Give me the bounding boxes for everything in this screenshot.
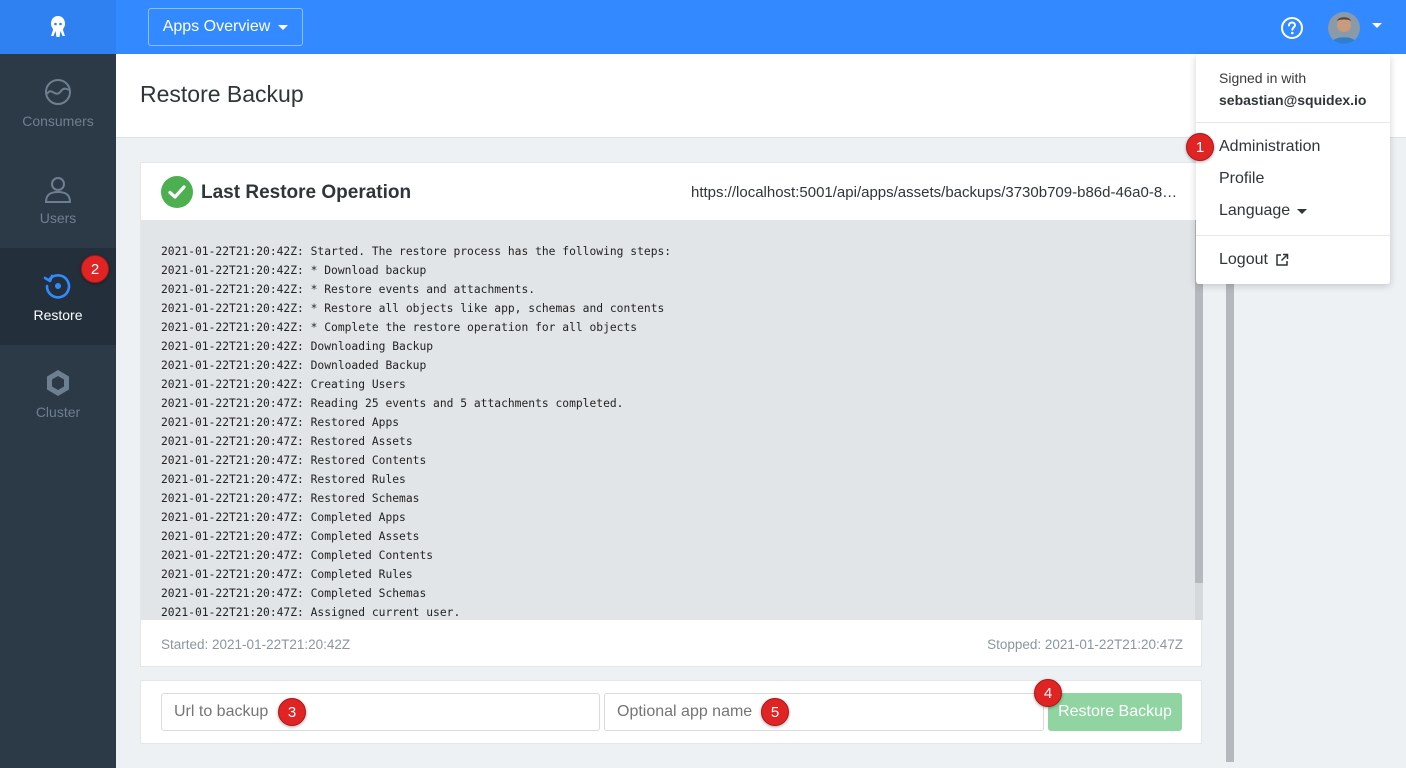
consumers-icon — [45, 78, 71, 105]
user-icon — [44, 176, 72, 203]
top-bar: Apps Overview — [0, 0, 1406, 54]
signed-in-label: Signed in with — [1219, 70, 1307, 86]
sidebar-item-label: Restore — [33, 306, 83, 323]
squid-logo-icon — [51, 16, 65, 37]
annotation-badge-5: 5 — [761, 698, 789, 726]
menu-item-label: Language — [1219, 202, 1291, 219]
backup-url-input[interactable] — [161, 693, 600, 731]
log-line: 2021-01-22T21:20:42Z: * Complete the res… — [161, 321, 638, 334]
annotation-badge-4: 4 — [1034, 679, 1062, 707]
app-name-input[interactable] — [604, 693, 1044, 731]
menu-item-logout[interactable]: Logout — [1219, 251, 1289, 269]
restore-backup-button[interactable]: Restore Backup — [1048, 693, 1182, 731]
menu-divider — [1196, 122, 1390, 123]
log-lines: 2021-01-22T21:20:42Z: Started. The resto… — [161, 242, 1183, 620]
log-line: 2021-01-22T21:20:47Z: Completed Schemas — [161, 587, 427, 600]
external-link-icon — [1276, 253, 1289, 266]
menu-item-profile[interactable]: Profile — [1219, 170, 1264, 188]
log-line: 2021-01-22T21:20:47Z: Completed Contents — [161, 549, 434, 562]
user-menu: Signed in with sebastian@squidex.io Admi… — [1196, 54, 1390, 284]
squidex-logo[interactable] — [0, 0, 116, 54]
backup-url: https://localhost:5001/api/apps/assets/b… — [691, 184, 1181, 201]
log-line: 2021-01-22T21:20:42Z: Started. The resto… — [161, 245, 672, 258]
annotation-badge-2: 2 — [81, 255, 109, 283]
apps-overview-label: Apps Overview — [162, 18, 271, 35]
menu-item-administration[interactable]: Administration — [1219, 138, 1320, 156]
log-line: 2021-01-22T21:20:47Z: Assigned current u… — [161, 606, 461, 619]
log-line: 2021-01-22T21:20:47Z: Completed Assets — [161, 530, 420, 543]
log-line: 2021-01-22T21:20:47Z: Restored Assets — [161, 435, 413, 448]
sidebar-item-label: Cluster — [35, 403, 81, 420]
log-line: 2021-01-22T21:20:47Z: Restored Apps — [161, 416, 400, 429]
log-line: 2021-01-22T21:20:42Z: * Restore events a… — [161, 283, 536, 296]
success-check-icon — [161, 176, 193, 208]
last-restore-card: Last Restore Operation https://localhost… — [140, 162, 1203, 668]
sidebar: Consumers Users Restore Cluster — [0, 54, 116, 768]
sidebar-item-consumers[interactable]: Consumers — [0, 54, 116, 151]
log-line: 2021-01-22T21:20:42Z: * Download backup — [161, 264, 427, 277]
apps-overview-dropdown[interactable]: Apps Overview — [148, 8, 303, 46]
chevron-down-icon — [1297, 208, 1308, 214]
avatar-chevron-down-icon[interactable] — [1372, 23, 1382, 28]
annotation-badge-1: 1 — [1186, 133, 1214, 161]
log-line: 2021-01-22T21:20:47Z: Completed Rules — [161, 568, 413, 581]
user-email: sebastian@squidex.io — [1219, 92, 1367, 108]
stopped-timestamp: Stopped: 2021-01-22T21:20:47Z — [987, 637, 1183, 652]
avatar[interactable] — [1328, 12, 1360, 44]
help-icon[interactable] — [1280, 16, 1304, 40]
log-line: 2021-01-22T21:20:47Z: Restored Contents — [161, 454, 427, 467]
menu-divider — [1196, 235, 1390, 236]
page-title: Restore Backup — [140, 81, 304, 107]
log-line: 2021-01-22T21:20:47Z: Completed Apps — [161, 511, 406, 524]
card-footer: Started: 2021-01-22T21:20:42Z Stopped: 2… — [141, 620, 1203, 668]
sidebar-item-users[interactable]: Users — [0, 151, 116, 248]
chevron-down-icon — [278, 24, 289, 30]
log-line: 2021-01-22T21:20:42Z: Downloading Backup — [161, 340, 434, 353]
log-line: 2021-01-22T21:20:42Z: * Restore all obje… — [161, 302, 665, 315]
annotation-badge-3: 3 — [278, 698, 306, 726]
log-line: 2021-01-22T21:20:42Z: Creating Users — [161, 378, 406, 391]
log-line: 2021-01-22T21:20:47Z: Reading 25 events … — [161, 397, 624, 410]
menu-item-label: Administration — [1219, 138, 1321, 155]
card-title: Last Restore Operation — [201, 182, 412, 203]
hexagon-icon — [47, 369, 69, 396]
started-timestamp: Started: 2021-01-22T21:20:42Z — [161, 637, 351, 652]
menu-item-language[interactable]: Language — [1219, 202, 1308, 220]
card-header: Last Restore Operation https://localhost… — [141, 163, 1203, 220]
avatar-image — [1328, 12, 1360, 44]
log-line: 2021-01-22T21:20:47Z: Restored Schemas — [161, 492, 420, 505]
log-line: 2021-01-22T21:20:42Z: Downloaded Backup — [161, 359, 427, 372]
sidebar-item-cluster[interactable]: Cluster — [0, 345, 116, 442]
sidebar-item-label: Users — [39, 209, 77, 226]
sidebar-item-label: Consumers — [22, 112, 94, 129]
restore-icon — [43, 273, 71, 299]
restore-log[interactable]: 2021-01-22T21:20:42Z: Started. The resto… — [141, 220, 1203, 620]
menu-item-label: Logout — [1219, 251, 1268, 268]
log-line: 2021-01-22T21:20:47Z: Restored Rules — [161, 473, 406, 486]
menu-item-label: Profile — [1219, 170, 1265, 187]
